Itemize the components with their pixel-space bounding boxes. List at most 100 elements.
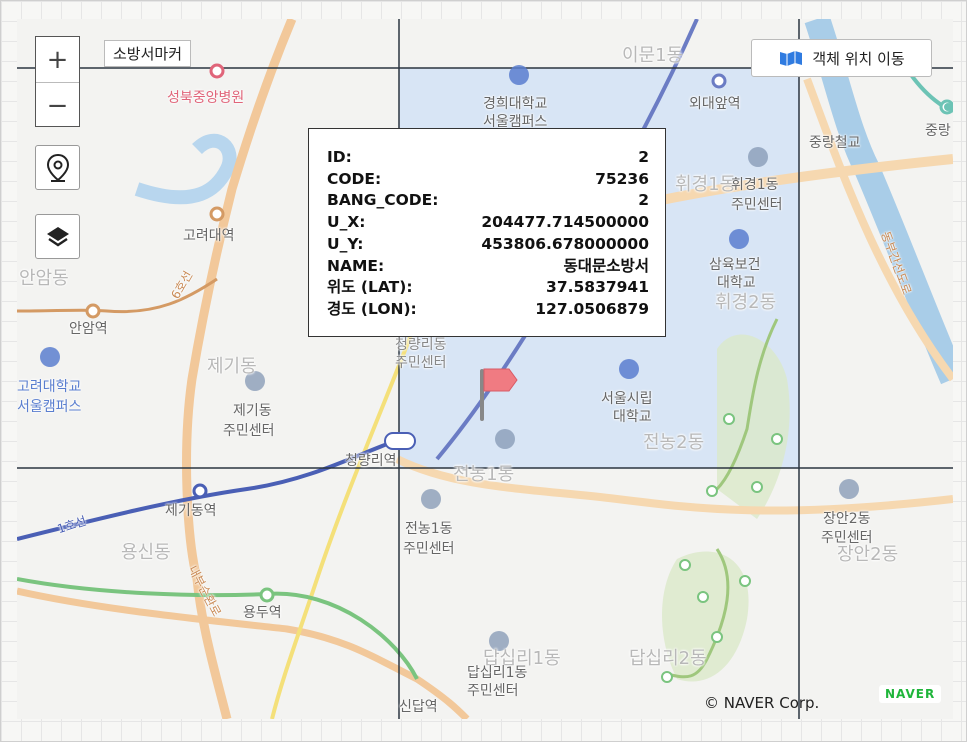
map-label: 장안2동 — [837, 544, 899, 565]
map-label: 신답역 — [399, 699, 438, 715]
map-label: 중랑 — [925, 123, 951, 139]
map-label: 주민센터 — [395, 355, 447, 371]
map-label: 전농1동 — [405, 521, 453, 537]
map-label: 주민센터 — [467, 683, 519, 699]
popup-key: CODE: — [327, 169, 382, 188]
popup-rows: ID: 2 CODE: 75236 BANG_CODE: 2 U_X: 204477.7145… — [327, 147, 649, 321]
trail-marker — [739, 575, 751, 587]
trail-marker — [723, 413, 735, 425]
move-object-location-label: 객체 위치 이동 — [812, 49, 905, 68]
map-label: 휘경1동 — [675, 174, 737, 195]
trail-marker — [711, 631, 723, 643]
school-icon — [729, 229, 749, 249]
school-icon — [509, 65, 529, 85]
location-pin-icon — [46, 153, 69, 182]
station-icon — [192, 483, 208, 499]
map-label: 휘경2동 — [715, 292, 777, 313]
trail-marker — [706, 485, 718, 497]
map-label: 청량리역 — [345, 453, 397, 469]
public-office-icon — [421, 489, 441, 509]
poi-icon — [495, 429, 515, 449]
zoom-out-button[interactable]: − — [36, 83, 79, 128]
map-label: 중랑철교 — [809, 135, 861, 151]
map-label: 안암동 — [19, 268, 69, 289]
popup-row: ID: 2 — [327, 147, 649, 169]
popup-key: U_X: — [327, 213, 366, 232]
popup-key: BANG_CODE: — [327, 191, 439, 210]
map-label: 휘경1동 — [731, 177, 779, 193]
public-office-icon — [748, 147, 768, 167]
naver-logo: NAVER — [879, 685, 942, 703]
map-label: 대학교 — [613, 409, 652, 425]
map-label: 외대앞역 — [689, 96, 741, 112]
marker-layer-label: 소방서마커 — [104, 40, 192, 67]
zoom-control: + − — [35, 36, 80, 127]
hospital-icon — [209, 63, 225, 79]
station-icon — [259, 587, 275, 603]
map-label: 제기동 — [207, 356, 257, 377]
school-icon — [619, 359, 639, 379]
map-label: 서울시립 — [601, 391, 653, 407]
popup-row: BANG_CODE: 2 — [327, 190, 649, 212]
popup-row: NAME: 동대문소방서 — [327, 256, 649, 278]
map-label: 전농2동 — [643, 432, 705, 453]
popup-row: 위도 (LAT): 37.5837941 — [327, 277, 649, 299]
map-label: 장안2동 — [823, 511, 871, 527]
trail-marker — [771, 433, 783, 445]
map-label: 삼육보건 — [709, 257, 761, 273]
stream — [134, 133, 237, 205]
move-map-icon — [780, 51, 803, 66]
popup-key: NAME: — [327, 256, 385, 275]
map-label: 답십리1동 — [467, 665, 528, 681]
map-view[interactable]: 성북중앙병원 이문1동 경희대학교 서울캠퍼스 외대앞역 중랑철교 중랑 고려대… — [17, 19, 953, 719]
map-label: 경희대학교 — [483, 96, 548, 112]
map-label: 주민센터 — [223, 423, 275, 439]
map-label: 안암역 — [69, 321, 108, 337]
map-label: 주민센터 — [403, 541, 455, 557]
layers-button[interactable] — [35, 214, 80, 259]
trail-marker — [751, 481, 763, 493]
popup-value: 동대문소방서 — [563, 256, 649, 275]
public-office-icon — [839, 479, 859, 499]
map-label: 전농1동 — [453, 464, 515, 485]
popup-value: 75236 — [595, 169, 649, 188]
map-frame: 성북중앙병원 이문1동 경희대학교 서울캠퍼스 외대앞역 중랑철교 중랑 고려대… — [0, 0, 967, 742]
location-pin-button[interactable] — [35, 145, 80, 190]
map-label: 이문1동 — [622, 45, 684, 66]
copyright-text: © NAVER Corp. — [704, 694, 820, 712]
popup-row: U_X: 204477.714500000 — [327, 212, 649, 234]
station-icon — [85, 303, 101, 319]
map-label: 답십리2동 — [629, 648, 707, 669]
map-label: 고려대역 — [183, 228, 235, 244]
popup-key: 경도 (LON): — [327, 299, 417, 318]
map-label: 성북중앙병원 — [167, 90, 245, 106]
popup-value: 453806.678000000 — [481, 234, 649, 253]
trail-marker — [661, 671, 673, 683]
layers-icon — [46, 226, 69, 246]
popup-key: U_Y: — [327, 234, 364, 253]
station-icon — [384, 432, 416, 450]
trail-marker — [679, 559, 691, 571]
move-object-location-button[interactable]: 객체 위치 이동 — [751, 39, 932, 77]
map-label: 용신동 — [121, 542, 171, 563]
popup-value: 2 — [638, 191, 649, 210]
popup-row: CODE: 75236 — [327, 169, 649, 191]
map-label: 청량리동 — [395, 337, 447, 353]
popup-value: 127.0506879 — [535, 299, 649, 318]
trail-marker — [697, 591, 709, 603]
popup-row: U_Y: 453806.678000000 — [327, 234, 649, 256]
popup-key: ID: — [327, 148, 352, 166]
map-label: 서울캠퍼스 — [17, 399, 82, 415]
station-icon — [209, 206, 225, 222]
map-label: 대학교 — [717, 275, 756, 291]
road-yellow — [270, 318, 419, 719]
map-label: 제기동 — [233, 403, 272, 419]
station-icon — [711, 73, 727, 89]
zoom-in-button[interactable]: + — [36, 37, 79, 83]
fire-station-info-popup: ID: 2 CODE: 75236 BANG_CODE: 2 U_X: 204477.7145… — [308, 128, 666, 337]
poi-icon — [944, 103, 952, 111]
map-label: 주민센터 — [731, 197, 783, 213]
map-label: 제기동역 — [165, 503, 217, 519]
school-icon — [40, 347, 60, 367]
popup-value: 37.5837941 — [546, 278, 649, 297]
